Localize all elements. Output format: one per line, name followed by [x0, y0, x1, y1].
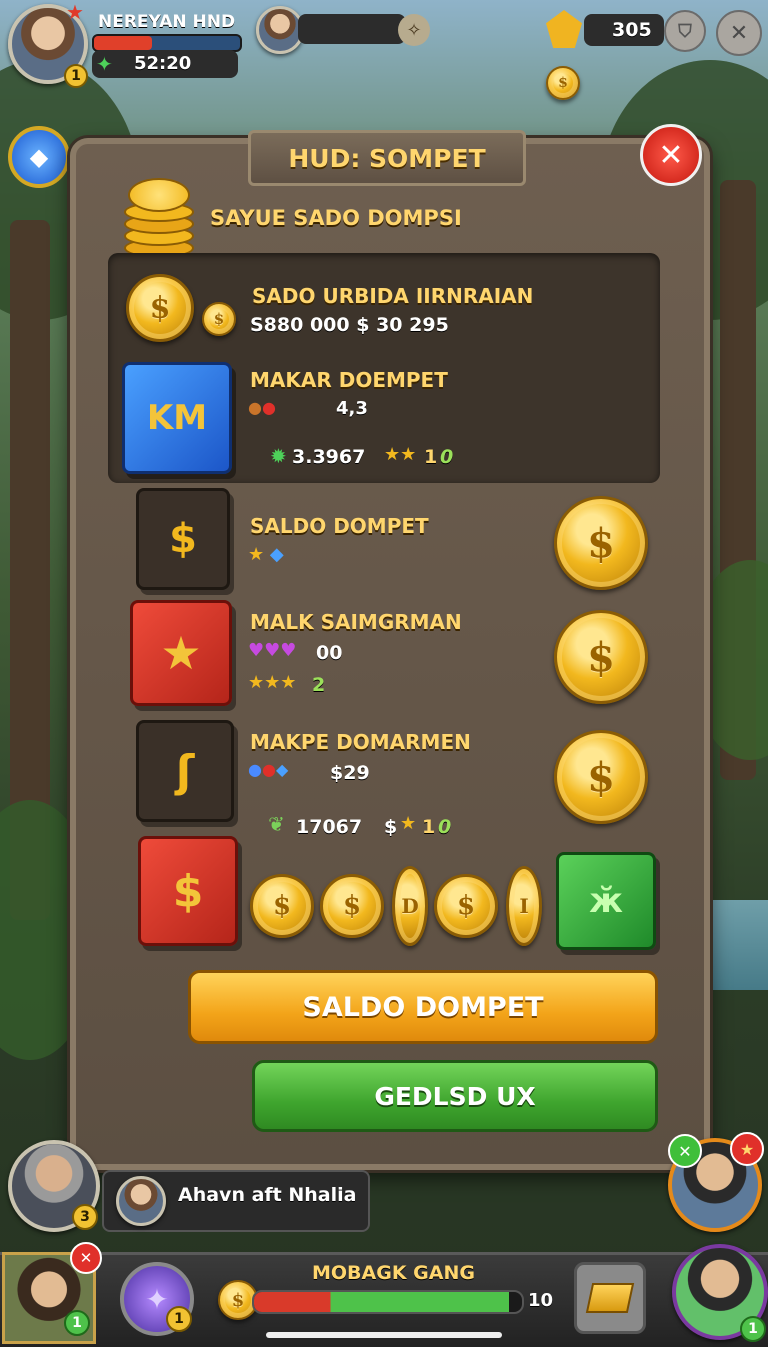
- player-name: NEREYAN HND: [98, 12, 236, 32]
- row-2-stars-count: 1: [424, 446, 438, 468]
- accept-icon[interactable]: ✕: [668, 1134, 702, 1168]
- green-card-icon[interactable]: ӂ: [556, 852, 656, 950]
- gem-trio-icon: ●●◆: [248, 760, 289, 779]
- player-timer: 52:20: [134, 53, 192, 74]
- gem-level: 1: [166, 1306, 192, 1332]
- red-card-dollar-icon: $: [138, 836, 238, 946]
- gold-crystal-icon: [546, 10, 582, 48]
- row-1-title: SADO URBIDA IIRNRAIAN: [252, 284, 534, 308]
- remove-icon[interactable]: ✕: [70, 1242, 102, 1274]
- close-icon[interactable]: ✕: [716, 10, 762, 56]
- bottom-left-level: 1: [64, 1310, 90, 1336]
- row-5-star-icon: ★: [400, 813, 417, 834]
- red-card-star-icon: ★: [130, 600, 232, 706]
- shield-icon[interactable]: ⛉: [664, 10, 706, 52]
- chat-user-level: 3: [72, 1204, 98, 1230]
- gear-icon: ✹: [270, 444, 287, 468]
- progress-value: 10: [528, 1290, 554, 1311]
- row-2-extra: 0: [440, 446, 454, 468]
- row-2-stat: 3.3967: [292, 446, 366, 468]
- friend-avatar[interactable]: [256, 6, 304, 54]
- stars-icon: ★★: [384, 444, 417, 465]
- row-coin-2[interactable]: $: [320, 874, 384, 938]
- large-coin-icon: $: [126, 274, 194, 342]
- row-2-value: 4,3: [336, 398, 368, 419]
- secondary-action-button[interactable]: GEDLSD UX: [252, 1060, 658, 1132]
- row-4-stars: 2: [312, 674, 326, 696]
- row-coin-1[interactable]: $: [250, 874, 314, 938]
- bottom-right-level: 1: [740, 1316, 766, 1342]
- hearts-icon: ♥♥♥: [248, 640, 297, 661]
- row-5-extra: 0: [438, 816, 452, 838]
- row-coin-4[interactable]: $: [434, 874, 498, 938]
- player-level-badge: 1: [64, 64, 88, 88]
- row-4-value: 00: [316, 642, 343, 664]
- star-icon: ★: [66, 0, 84, 24]
- three-stars-icon: ★★★: [248, 672, 297, 693]
- saldo-dompet-button[interactable]: SALDO DOMPET: [188, 970, 658, 1044]
- progress-bar: [252, 1290, 524, 1314]
- panel-subtitle: SAYUE SADO DOMPSI: [210, 206, 462, 230]
- row-5-dollar: $: [384, 816, 398, 838]
- panel-title: HUD: SOMPET: [248, 130, 526, 186]
- favorite-icon[interactable]: ★: [730, 1132, 764, 1166]
- panel-close-button[interactable]: ✕: [640, 124, 702, 186]
- dark-card-dollar-icon: $: [136, 488, 230, 590]
- coin-button-2[interactable]: $: [554, 610, 648, 704]
- row-2-title: MAKAR DOEMPET: [250, 368, 448, 392]
- row-3-title: SALDO DOMPET: [250, 514, 429, 538]
- row-5-stat: 17067: [296, 816, 363, 838]
- leaf-icon: ✦: [96, 52, 113, 76]
- star-gem-icons: ★ ◆: [248, 544, 284, 565]
- compass-icon[interactable]: ✧: [398, 14, 430, 46]
- gold-bar-button[interactable]: [574, 1262, 646, 1334]
- row-5-value: $29: [330, 762, 370, 784]
- blue-card-icon: KM: [122, 362, 232, 474]
- row-coin-3[interactable]: D: [392, 866, 428, 946]
- currency-value: 305: [612, 19, 652, 41]
- gem-button[interactable]: ◆: [8, 126, 70, 188]
- chat-sender-avatar: [116, 1176, 166, 1226]
- gem-pair-icon: ●●: [248, 398, 276, 417]
- bottom-title: MOBAGK GANG: [312, 1262, 475, 1284]
- row-5-star-count: 1: [422, 816, 436, 838]
- row-coin-5[interactable]: I: [506, 866, 542, 946]
- dark-card-j-icon: ʃ: [136, 720, 234, 822]
- home-indicator: [266, 1332, 502, 1338]
- coin-button-3[interactable]: $: [554, 730, 648, 824]
- chat-message: Ahavn aft Nhalia: [178, 1184, 357, 1206]
- coin-button-1[interactable]: $: [554, 496, 648, 590]
- small-coin-icon: $: [202, 302, 236, 336]
- coin-stack-icon: [124, 178, 194, 258]
- floating-coin[interactable]: $: [546, 66, 580, 100]
- gold-bar-icon: [585, 1283, 635, 1313]
- row-4-title: MALK SAIMGRMAN: [250, 610, 462, 634]
- leaf-icon-2: ❦: [268, 812, 285, 836]
- friend-bar: [298, 14, 406, 44]
- row-5-title: MAKPE DOMARMEN: [250, 730, 471, 754]
- row-1-values: S880 000 $ 30 295: [250, 314, 449, 336]
